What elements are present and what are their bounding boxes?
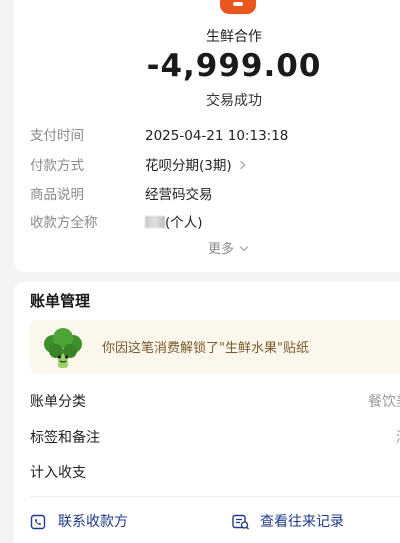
detail-value-wrapper: (个人) — [145, 213, 203, 233]
redacted-name — [145, 216, 165, 228]
detail-value: 2025-04-21 10:13:18 — [145, 128, 289, 144]
contact-payee-label: 联系收款方 — [58, 514, 128, 530]
transaction-amount: -4,999.00 — [146, 48, 322, 84]
detail-label: 收款方全称 — [30, 215, 98, 231]
row-label: 账单分类 — [30, 394, 86, 410]
tags-notes-row[interactable]: 标签和备注 添 — [30, 428, 400, 448]
sticker-banner[interactable]: 你因这笔消费解锁了"生鲜水果"贴纸 — [30, 320, 400, 374]
detail-value: 花呗分期(3期) — [145, 158, 232, 174]
divider — [30, 496, 400, 497]
merchant-name: 生鲜合作 — [206, 29, 262, 45]
pay-method-link[interactable]: 花呗分期(3期) — [145, 156, 245, 176]
contact-icon — [30, 514, 46, 530]
view-history-button[interactable]: 查看往来记录 — [232, 512, 392, 532]
row-value: 添 — [396, 428, 400, 448]
broccoli-icon — [44, 328, 82, 368]
more-button[interactable]: 更多 — [208, 238, 249, 257]
merchant-logo-icon — [220, 0, 256, 14]
detail-label: 支付时间 — [30, 128, 84, 144]
bill-category-row[interactable]: 账单分类 餐饮美 — [30, 392, 400, 412]
row-label: 标签和备注 — [30, 430, 100, 446]
row-label: 计入收支 — [30, 465, 86, 481]
records-icon — [232, 514, 249, 530]
contact-payee-button[interactable]: 联系收款方 — [30, 512, 170, 532]
count-income-row[interactable]: 计入收支 — [30, 463, 400, 483]
chevron-right-icon — [236, 160, 245, 170]
detail-label: 付款方式 — [30, 158, 84, 174]
transaction-status: 交易成功 — [206, 93, 262, 109]
view-history-label: 查看往来记录 — [260, 514, 344, 530]
sticker-text: 你因这笔消费解锁了"生鲜水果"贴纸 — [102, 341, 309, 356]
section-title: 账单管理 — [30, 292, 91, 310]
transaction-card: 生鲜合作 -4,999.00 交易成功 支付时间 2025-04-21 10:1… — [14, 0, 400, 272]
detail-value: (个人) — [165, 215, 203, 231]
bill-management-card: 账单管理 你因这笔消费解锁了"生鲜水果"贴纸 账单分类 餐饮美 标签和备注 添 … — [14, 282, 400, 543]
more-label: 更多 — [208, 242, 235, 257]
row-value: 餐饮美 — [368, 394, 400, 410]
detail-value: 经营码交易 — [145, 187, 213, 203]
detail-label: 商品说明 — [30, 187, 84, 203]
chevron-down-icon — [239, 242, 249, 252]
